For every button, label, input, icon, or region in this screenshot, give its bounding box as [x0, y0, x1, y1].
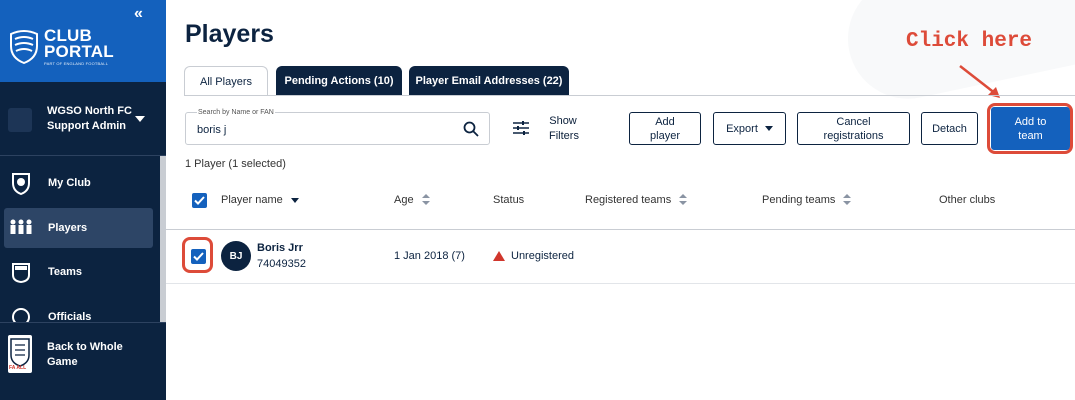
- sidebar-item-label: My Club: [48, 177, 91, 189]
- header-divider: [166, 229, 1075, 230]
- sort-icon: [421, 194, 430, 206]
- selection-count: 1 Player (1 selected): [185, 158, 286, 170]
- player-age: 1 Jan 2018 (7): [394, 250, 465, 262]
- shield-icon: [8, 170, 34, 196]
- sidebar-item-teams[interactable]: Teams: [0, 252, 160, 292]
- column-label: Other clubs: [939, 194, 996, 206]
- filter-sliders-icon: [513, 121, 529, 135]
- export-button[interactable]: Export: [713, 112, 786, 145]
- cancel-registrations-button[interactable]: Cancel registrations: [797, 112, 910, 145]
- fa-crest-icon: FA ALL: [8, 335, 32, 373]
- status-badge: Unregistered: [511, 250, 574, 262]
- column-header-player-name[interactable]: Player name: [221, 194, 299, 206]
- tab-player-email-addresses[interactable]: Player Email Addresses (22): [409, 66, 569, 96]
- export-label: Export: [726, 122, 758, 135]
- column-label: Age: [394, 194, 414, 206]
- annotation-highlight-add-to-team: [987, 103, 1073, 154]
- club-role: Support Admin: [47, 120, 127, 132]
- detach-button[interactable]: Detach: [921, 112, 978, 145]
- page-title: Players: [185, 20, 274, 48]
- search-value: boris j: [197, 124, 227, 136]
- select-all-checkbox[interactable]: [192, 193, 207, 208]
- column-header-pending-teams[interactable]: Pending teams: [762, 194, 852, 206]
- tab-pending-actions[interactable]: Pending Actions (10): [276, 66, 402, 96]
- back-label: Back to Whole Game: [47, 341, 123, 368]
- tab-all-players[interactable]: All Players: [184, 66, 268, 96]
- club-switcher[interactable]: WGSO North FC Support Admin: [0, 82, 166, 156]
- sort-icon: [679, 194, 688, 206]
- players-icon: [8, 215, 34, 241]
- player-fan: 74049352: [257, 258, 306, 270]
- show-filters-label: Show Filters: [549, 115, 579, 142]
- fa-crest-text: FA ALL: [9, 365, 27, 371]
- column-header-registered-teams[interactable]: Registered teams: [585, 194, 688, 206]
- annotation-highlight-row-checkbox: [182, 237, 213, 273]
- club-portal-logo-icon: [10, 30, 38, 64]
- sidebar-item-label: Teams: [48, 266, 83, 278]
- chevron-down-icon: [764, 126, 773, 131]
- sidebar-item-my-club[interactable]: My Club: [0, 163, 160, 203]
- logo-text: CLUB PORTAL: [44, 27, 114, 61]
- shirt-icon: [8, 259, 34, 285]
- collapse-sidebar-icon[interactable]: «: [134, 5, 143, 23]
- annotation-text: Click here: [906, 30, 1033, 53]
- show-filters-button[interactable]: Show Filters: [513, 114, 583, 144]
- chevron-down-icon[interactable]: [135, 116, 145, 122]
- annotation-arrow-icon: [959, 65, 1000, 98]
- sidebar-item-players[interactable]: Players: [4, 208, 153, 248]
- player-name[interactable]: Boris Jrr: [257, 242, 303, 254]
- avatar: BJ: [221, 241, 251, 271]
- logo-tagline: PART OF ENGLAND FOOTBALL: [44, 61, 109, 66]
- sort-desc-icon: [290, 197, 299, 203]
- search-icon[interactable]: [463, 121, 479, 137]
- column-label: Registered teams: [585, 194, 672, 206]
- search-input[interactable]: Search by Name or FAN boris j: [185, 109, 490, 145]
- checkmark-icon: [194, 196, 205, 205]
- back-to-whole-game-link[interactable]: FA ALL Back to Whole Game: [0, 322, 166, 400]
- column-header-status: Status: [493, 194, 524, 206]
- column-label: Player name: [221, 194, 283, 206]
- club-avatar: [8, 108, 32, 132]
- logo-line-2: PORTAL: [44, 42, 114, 61]
- column-header-other-clubs: Other clubs: [939, 194, 995, 206]
- sidebar-item-label: Players: [48, 222, 88, 234]
- column-label: Status: [493, 194, 525, 206]
- sidebar: « CLUB PORTAL PART OF ENGLAND FOOTBALL W…: [0, 0, 166, 400]
- row-divider: [166, 283, 1075, 284]
- sidebar-header: « CLUB PORTAL PART OF ENGLAND FOOTBALL: [0, 0, 166, 82]
- sort-icon: [843, 194, 852, 206]
- column-label: Pending teams: [762, 194, 836, 206]
- add-player-label: Add player: [650, 115, 680, 142]
- warning-triangle-icon: [493, 251, 505, 261]
- search-caption: Search by Name or FAN: [197, 109, 275, 116]
- club-name: WGSO North FC: [47, 105, 132, 117]
- detach-label: Detach: [932, 122, 967, 135]
- main-content: Players Click here All Players Pending A…: [166, 0, 1075, 400]
- cancel-registrations-label: Cancel registrations: [823, 115, 884, 142]
- add-player-button[interactable]: Add player: [629, 112, 701, 145]
- tabs-divider: [184, 95, 1075, 96]
- column-header-age[interactable]: Age: [394, 194, 430, 206]
